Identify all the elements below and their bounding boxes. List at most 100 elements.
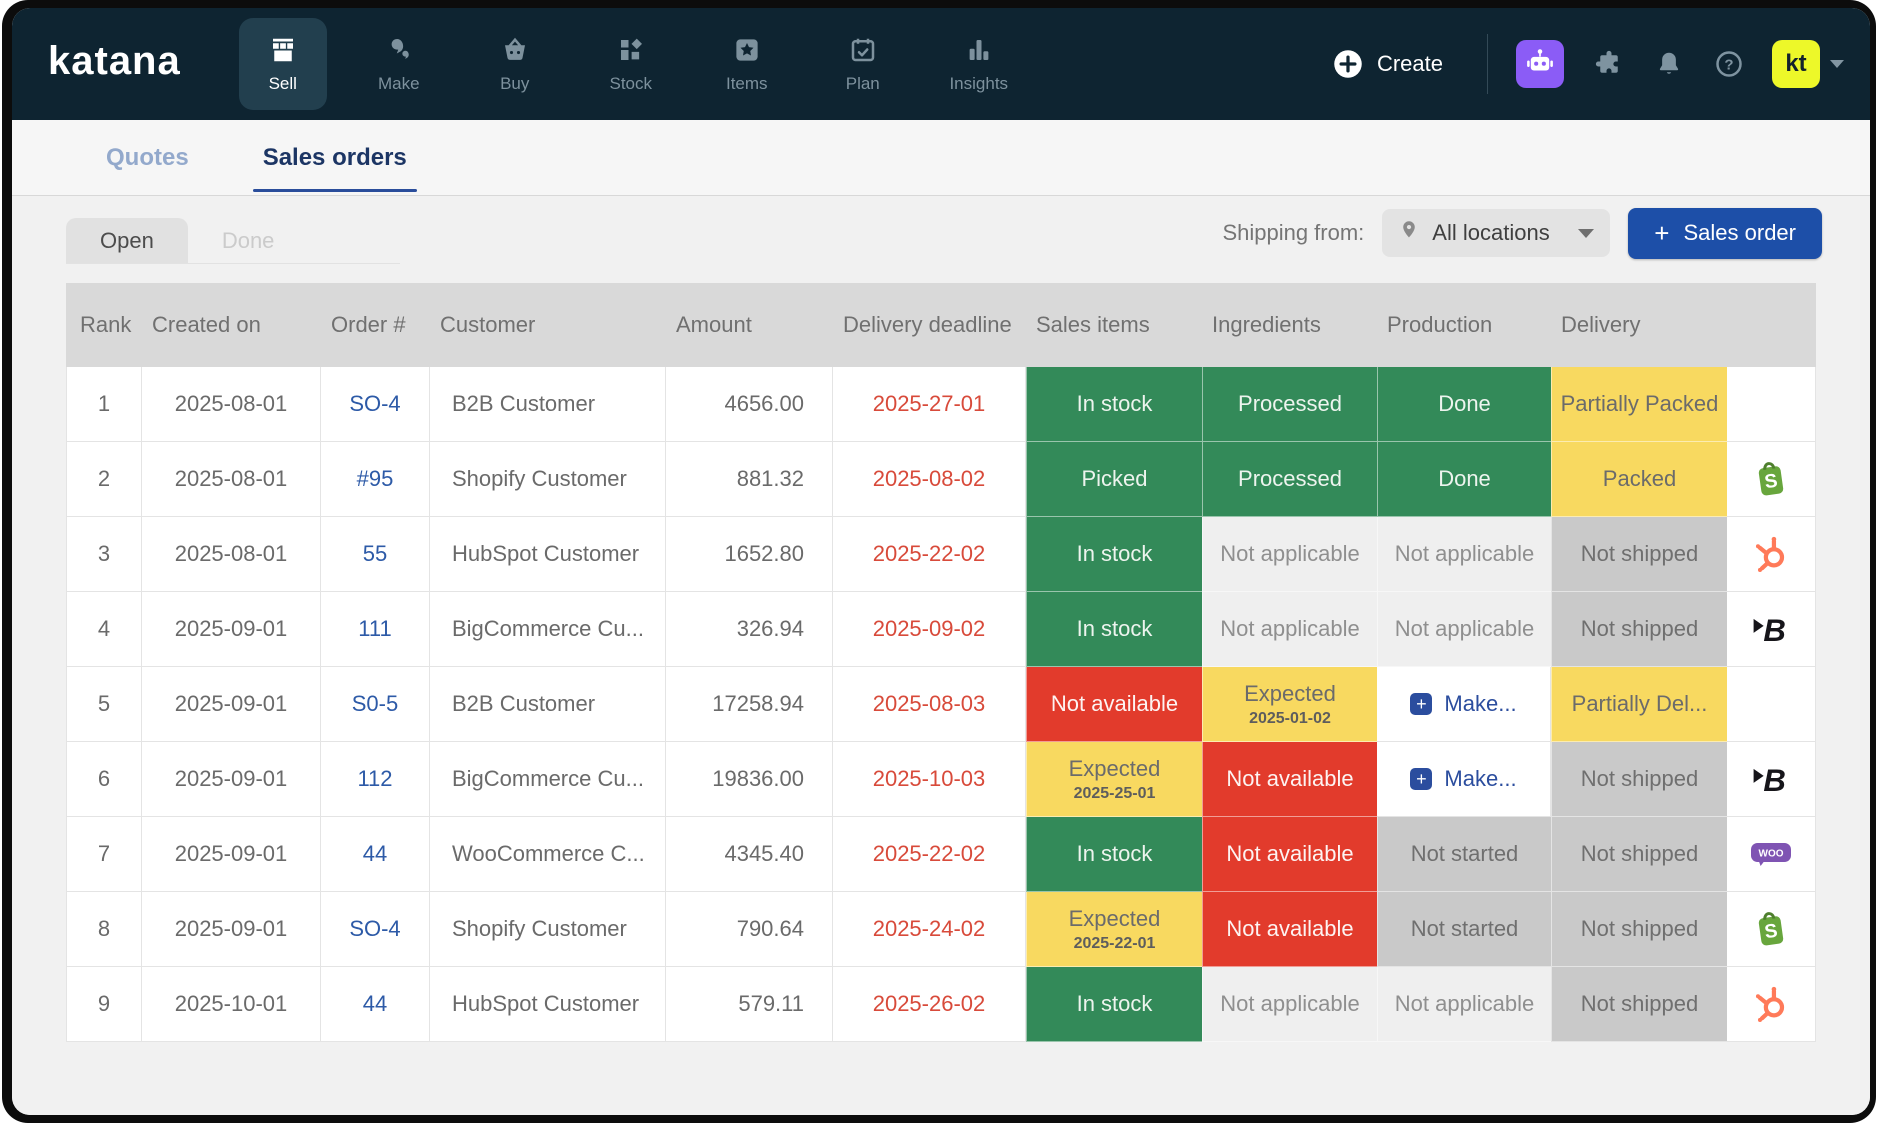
platform-cell: B [1727, 742, 1816, 817]
sales-items-status-cell: In stock [1026, 817, 1202, 892]
table-row[interactable]: 42025-09-01111BigCommerce Cu...326.94202… [66, 592, 1816, 667]
nav-item-sell[interactable]: Sell [239, 18, 327, 110]
status-label: Not started [1411, 841, 1519, 867]
rank-cell: 8 [66, 892, 142, 967]
nav-item-insights[interactable]: Insights [935, 18, 1023, 110]
create-button[interactable]: Create [1333, 49, 1443, 79]
table-row[interactable]: 22025-08-01#95Shopify Customer881.322025… [66, 442, 1816, 517]
customer-cell: Shopify Customer [430, 442, 666, 517]
ingredients-status-cell: Not available [1202, 742, 1377, 817]
stock-icon [616, 35, 646, 65]
delivery-status-cell: Partially Del... [1551, 667, 1727, 742]
select-caret-icon [1578, 229, 1594, 238]
notifications-button[interactable] [1654, 49, 1684, 79]
production-status-cell: Not started [1377, 892, 1551, 967]
tab-sales-orders[interactable]: Sales orders [255, 120, 415, 195]
status-filter-tabs: OpenDone [66, 218, 400, 264]
ingredients-status-cell: Expected2025-01-02 [1202, 667, 1377, 742]
production-status-cell[interactable]: +Make... [1377, 742, 1551, 817]
make-link-label: Make... [1444, 766, 1516, 792]
platform-cell [1727, 517, 1816, 592]
nav-item-items[interactable]: Items [703, 18, 791, 110]
table-row[interactable]: 52025-09-01S0-5B2B Customer17258.942025-… [66, 667, 1816, 742]
created-on-cell: 2025-09-01 [142, 592, 321, 667]
created-on-cell: 2025-08-01 [142, 442, 321, 517]
delivery-deadline-cell: 2025-10-03 [833, 742, 1026, 817]
ingredients-status-cell: Not available [1202, 892, 1377, 967]
shopify-icon: S [1749, 907, 1793, 951]
status-label: Partially Packed [1561, 391, 1719, 417]
question-icon: ? [1714, 49, 1744, 79]
nav-item-stock[interactable]: Stock [587, 18, 675, 110]
plus-circle-icon [1333, 49, 1363, 79]
order-link[interactable]: 111 [321, 592, 430, 667]
delivery-deadline-cell: 2025-27-01 [833, 367, 1026, 442]
status-label: Not shipped [1581, 616, 1698, 642]
amount-cell: 4345.40 [666, 817, 833, 892]
delivery-status-cell: Not shipped [1551, 817, 1727, 892]
filter-open[interactable]: Open [66, 218, 188, 263]
nav-item-label: Stock [609, 74, 652, 94]
order-link[interactable]: 44 [321, 967, 430, 1042]
svg-text:?: ? [1724, 57, 1733, 74]
order-link[interactable]: #95 [321, 442, 430, 517]
platform-cell [1727, 367, 1816, 442]
nav-item-buy[interactable]: Buy [471, 18, 559, 110]
order-link[interactable]: 55 [321, 517, 430, 592]
table-row[interactable]: 82025-09-01SO-4Shopify Customer790.64202… [66, 892, 1816, 967]
production-status-cell[interactable]: +Make... [1377, 667, 1551, 742]
filter-done[interactable]: Done [188, 218, 309, 263]
created-on-cell: 2025-09-01 [142, 892, 321, 967]
platform-cell: S [1727, 892, 1816, 967]
order-link[interactable]: 44 [321, 817, 430, 892]
delivery-deadline-cell: 2025-22-02 [833, 517, 1026, 592]
sales-items-status-cell: In stock [1026, 967, 1202, 1042]
bigcommerce-icon: B [1749, 757, 1793, 801]
amount-cell: 1652.80 [666, 517, 833, 592]
status-label: Partially Del... [1572, 691, 1708, 717]
amount-cell: 17258.94 [666, 667, 833, 742]
help-button[interactable]: ? [1714, 49, 1744, 79]
table-row[interactable]: 92025-10-0144HubSpot Customer579.112025-… [66, 967, 1816, 1042]
items-icon [732, 35, 762, 65]
platform-cell [1727, 967, 1816, 1042]
status-label: Not shipped [1581, 991, 1698, 1017]
table-row[interactable]: 32025-08-0155HubSpot Customer1652.802025… [66, 517, 1816, 592]
tab-quotes[interactable]: Quotes [98, 120, 197, 195]
table-row[interactable]: 12025-08-01SO-4B2B Customer4656.002025-2… [66, 367, 1816, 442]
created-on-cell: 2025-08-01 [142, 517, 321, 592]
window-frame: katana SellMakeBuyStockItemsPlanInsights… [2, 0, 1876, 1123]
customer-cell: HubSpot Customer [430, 517, 666, 592]
order-link[interactable]: SO-4 [321, 367, 430, 442]
status-label: Not available [1226, 766, 1353, 792]
status-date: 2025-01-02 [1249, 710, 1331, 728]
table-body: 12025-08-01SO-4B2B Customer4656.002025-2… [66, 367, 1816, 1042]
customer-cell: Shopify Customer [430, 892, 666, 967]
production-status-cell: Done [1377, 442, 1551, 517]
customer-cell: WooCommerce C... [430, 817, 666, 892]
hubspot-icon [1749, 982, 1793, 1026]
order-link[interactable]: SO-4 [321, 892, 430, 967]
platform-cell: S [1727, 442, 1816, 517]
amount-cell: 326.94 [666, 592, 833, 667]
account-avatar[interactable]: kt [1772, 40, 1820, 88]
topbar-right: Create ? kt [1333, 34, 1844, 94]
customer-cell: B2B Customer [430, 667, 666, 742]
status-label: Not available [1226, 841, 1353, 867]
order-link[interactable]: S0-5 [321, 667, 430, 742]
integrations-button[interactable] [1594, 49, 1624, 79]
nav-item-plan[interactable]: Plan [819, 18, 907, 110]
table-row[interactable]: 62025-09-01112BigCommerce Cu...19836.002… [66, 742, 1816, 817]
rank-cell: 5 [66, 667, 142, 742]
status-label: Done [1438, 466, 1491, 492]
table-row[interactable]: 72025-09-0144WooCommerce C...4345.402025… [66, 817, 1816, 892]
order-link[interactable]: 112 [321, 742, 430, 817]
ai-assistant-button[interactable] [1516, 40, 1564, 88]
ingredients-status-cell: Not available [1202, 817, 1377, 892]
location-select[interactable]: All locations [1382, 209, 1610, 257]
customer-cell: B2B Customer [430, 367, 666, 442]
nav-item-make[interactable]: Make [355, 18, 443, 110]
column-header-delivery: Delivery [1551, 283, 1727, 367]
new-sales-order-button[interactable]: + Sales order [1628, 208, 1822, 259]
delivery-status-cell: Not shipped [1551, 892, 1727, 967]
